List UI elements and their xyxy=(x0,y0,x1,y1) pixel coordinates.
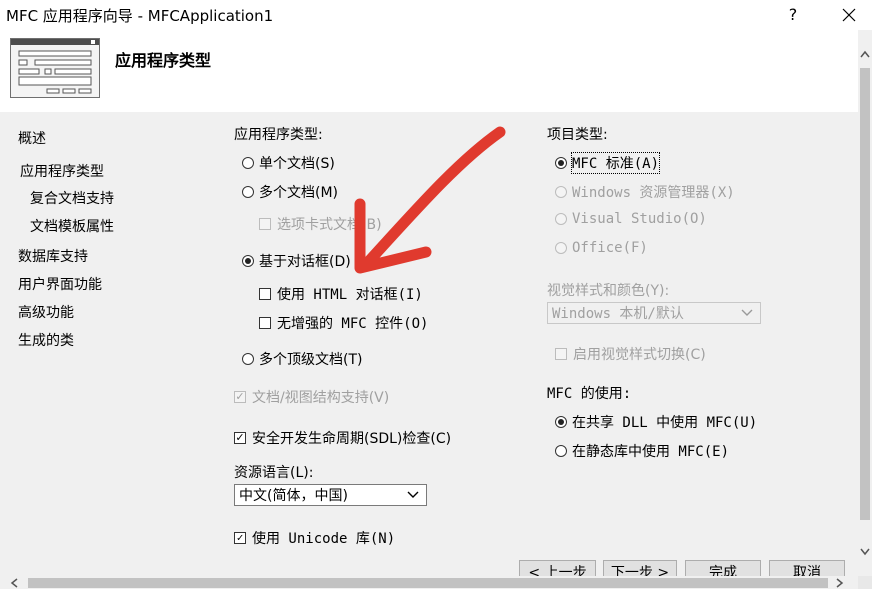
horizontal-scroll-thumb[interactable] xyxy=(28,578,828,588)
checkmark-icon: ✓ xyxy=(234,390,246,403)
checkbox-indicator xyxy=(555,348,567,360)
unicode-lib-checkbox[interactable]: ✓ 使用 Unicode 库(N) xyxy=(234,528,395,548)
scrollbar-corner xyxy=(858,576,872,589)
enable-style-switch-checkbox[interactable]: 启用视觉样式切换(C) xyxy=(555,344,706,364)
scroll-up-icon[interactable] xyxy=(860,50,870,58)
radio-indicator xyxy=(555,445,567,457)
visual-studio-radio[interactable]: Visual Studio(O) xyxy=(555,211,707,227)
checkbox-indicator xyxy=(259,317,271,329)
use-html-dialog-checkbox[interactable]: 使用 HTML 对话框(I) xyxy=(259,284,423,304)
vertical-scroll-thumb[interactable] xyxy=(860,68,870,520)
radio-indicator xyxy=(555,242,567,254)
multi-top-level-radio[interactable]: 多个顶级文档(T) xyxy=(242,349,362,369)
window-title: MFC 应用程序向导 - MFCApplication1 xyxy=(6,7,274,25)
sidebar-item-generated-classes[interactable]: 生成的类 xyxy=(18,330,74,350)
mfc-standard-radio[interactable]: MFC 标准(A) xyxy=(555,152,661,174)
checkbox-indicator xyxy=(259,218,271,230)
radio-indicator xyxy=(242,353,254,365)
project-type-label: 项目类型: xyxy=(547,127,608,143)
windows-explorer-radio[interactable]: Windows 资源管理器(X) xyxy=(555,182,735,202)
sidebar-item-doc-template[interactable]: 文档模板属性 xyxy=(30,216,114,236)
multi-doc-radio[interactable]: 多个文档(M) xyxy=(242,182,338,202)
no-enhanced-mfc-checkbox[interactable]: 无增强的 MFC 控件(O) xyxy=(259,313,428,333)
checkbox-indicator xyxy=(259,288,271,300)
visual-style-dropdown[interactable]: Windows 本机/默认 xyxy=(547,302,761,324)
sidebar-item-app-type[interactable]: 应用程序类型 xyxy=(20,161,104,181)
chevron-down-icon xyxy=(407,491,419,498)
wizard-window-icon xyxy=(10,38,100,98)
sdl-check-checkbox[interactable]: ✓ 安全开发生命周期(SDL)检查(C) xyxy=(234,428,451,448)
close-button[interactable] xyxy=(834,3,864,27)
chevron-down-icon xyxy=(741,309,753,316)
close-icon xyxy=(842,8,856,22)
sidebar-item-database[interactable]: 数据库支持 xyxy=(18,246,88,266)
help-button[interactable]: ? xyxy=(778,3,808,27)
resource-lang-label: 资源语言(L): xyxy=(234,465,314,481)
static-lib-radio[interactable]: 在静态库中使用 MFC(E) xyxy=(555,441,729,461)
doc-view-checkbox[interactable]: ✓ 文档/视图结构支持(V) xyxy=(234,387,389,407)
checkmark-icon: ✓ xyxy=(234,431,246,444)
radio-indicator xyxy=(555,186,567,198)
shared-dll-radio[interactable]: 在共享 DLL 中使用 MFC(U) xyxy=(555,412,757,432)
radio-indicator xyxy=(242,255,254,267)
radio-indicator xyxy=(242,157,254,169)
wizard-header xyxy=(0,30,858,112)
app-type-label: 应用程序类型: xyxy=(234,127,323,143)
checkmark-icon: ✓ xyxy=(234,532,246,544)
office-radio[interactable]: Office(F) xyxy=(555,240,648,256)
radio-indicator xyxy=(555,416,567,428)
sidebar-item-overview[interactable]: 概述 xyxy=(18,128,46,148)
red-arrow-annotation xyxy=(354,126,506,274)
radio-indicator xyxy=(555,213,567,225)
scroll-right-icon[interactable] xyxy=(836,578,844,588)
sidebar-item-compound-doc[interactable]: 复合文档支持 xyxy=(30,188,114,208)
scroll-down-icon[interactable] xyxy=(860,548,870,556)
page-title: 应用程序类型 xyxy=(115,51,212,70)
sidebar-item-advanced[interactable]: 高级功能 xyxy=(18,302,74,322)
single-doc-radio[interactable]: 单个文档(S) xyxy=(242,153,335,173)
sidebar-item-ui-features[interactable]: 用户界面功能 xyxy=(18,274,102,294)
resource-lang-dropdown[interactable]: 中文(简体，中国) xyxy=(234,484,427,506)
visual-style-label: 视觉样式和颜色(Y): xyxy=(547,283,670,299)
scroll-left-icon[interactable] xyxy=(10,578,18,588)
radio-indicator xyxy=(242,186,254,198)
radio-indicator xyxy=(555,157,567,169)
mfc-use-label: MFC 的使用: xyxy=(547,386,632,402)
